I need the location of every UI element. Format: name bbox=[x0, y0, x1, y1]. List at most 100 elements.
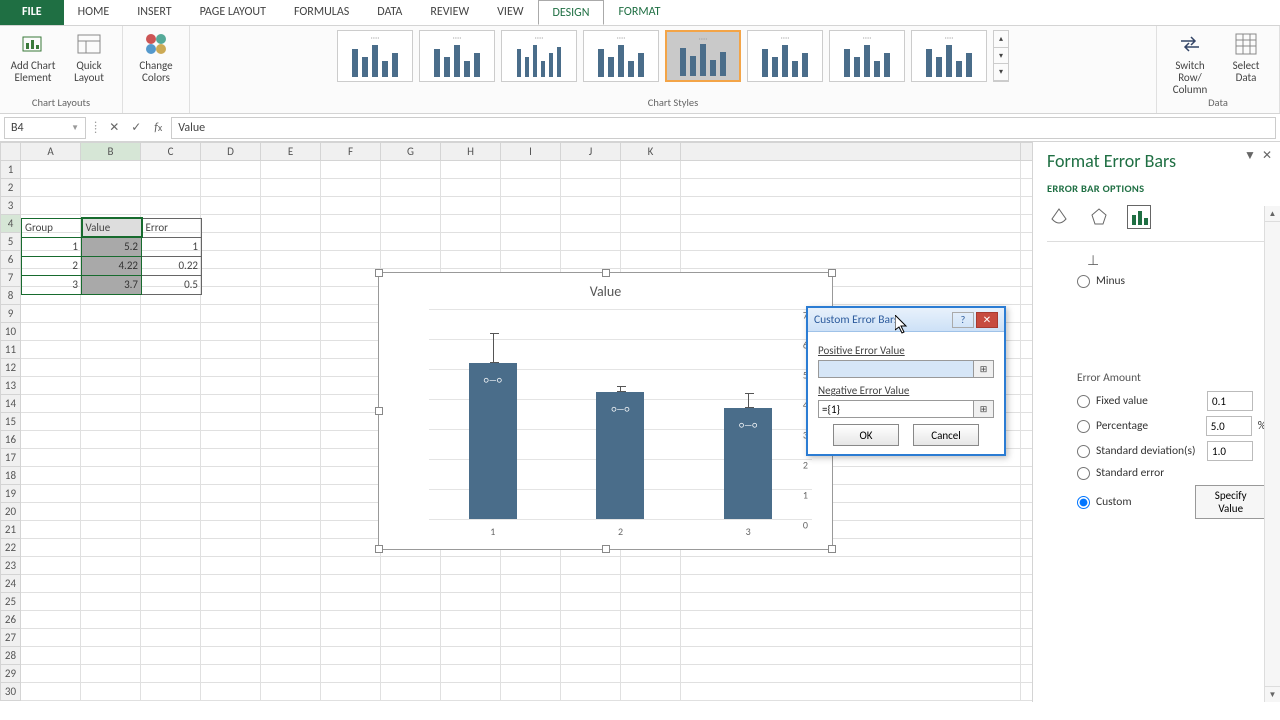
formula-input[interactable]: Value bbox=[171, 117, 1276, 139]
row-header[interactable]: 3 bbox=[1, 197, 21, 215]
range-picker-icon[interactable]: ⊞ bbox=[974, 400, 994, 418]
dialog-titlebar[interactable]: Custom Error Bars ?✕ bbox=[808, 308, 1004, 332]
col-header[interactable] bbox=[681, 143, 1021, 161]
col-header[interactable]: C bbox=[141, 143, 201, 161]
cell[interactable]: Group bbox=[22, 218, 82, 237]
dialog-help-button[interactable]: ? bbox=[952, 312, 974, 328]
col-header[interactable]: G bbox=[381, 143, 441, 161]
fixed-value-input[interactable] bbox=[1207, 391, 1253, 411]
tab-format[interactable]: FORMAT bbox=[604, 0, 674, 25]
plot-area[interactable]: 01234567○—○1○—○2○—○3 bbox=[409, 309, 812, 519]
row-header[interactable]: 24 bbox=[1, 575, 21, 593]
cell[interactable]: 1 bbox=[142, 237, 202, 256]
row-header[interactable]: 4 bbox=[1, 215, 21, 233]
fixed-value-radio[interactable] bbox=[1077, 395, 1090, 408]
range-picker-icon[interactable]: ⊞ bbox=[974, 360, 994, 378]
cell[interactable]: 5.2 bbox=[82, 237, 142, 256]
embedded-chart[interactable]: Value 01234567○—○1○—○2○—○3 bbox=[378, 272, 833, 550]
row-header[interactable]: 25 bbox=[1, 593, 21, 611]
fx-button[interactable]: fx bbox=[149, 119, 167, 137]
cell[interactable]: 4.22 bbox=[82, 256, 142, 275]
col-header[interactable]: I bbox=[501, 143, 561, 161]
name-box[interactable]: B4▼ bbox=[4, 117, 86, 139]
quick-layout-button[interactable]: Quick Layout bbox=[64, 30, 114, 84]
chart-style-2[interactable]: ····· bbox=[419, 30, 495, 82]
row-header[interactable]: 30 bbox=[1, 683, 21, 701]
negative-error-input[interactable] bbox=[818, 400, 974, 418]
row-header[interactable]: 19 bbox=[1, 485, 21, 503]
chart-title[interactable]: Value bbox=[379, 283, 832, 300]
chart-styles-dropdown[interactable]: ▴▾▾ bbox=[993, 30, 1009, 82]
row-header[interactable]: 5 bbox=[1, 233, 21, 251]
tab-formulas[interactable]: FORMULAS bbox=[280, 0, 363, 25]
row-header[interactable]: 6 bbox=[1, 251, 21, 269]
tab-page-layout[interactable]: PAGE LAYOUT bbox=[186, 0, 280, 25]
tab-file[interactable]: FILE bbox=[0, 0, 64, 25]
bar-options-icon[interactable] bbox=[1127, 205, 1151, 229]
std-dev-radio[interactable] bbox=[1077, 445, 1090, 458]
col-header[interactable]: E bbox=[261, 143, 321, 161]
chart-style-5[interactable]: ····· bbox=[665, 30, 741, 82]
positive-error-input[interactable] bbox=[818, 360, 974, 378]
row-header[interactable]: 16 bbox=[1, 431, 21, 449]
pane-close-icon[interactable]: ✕ bbox=[1262, 148, 1272, 163]
row-header[interactable]: 10 bbox=[1, 323, 21, 341]
col-header[interactable]: B bbox=[81, 143, 141, 161]
col-header[interactable]: J bbox=[561, 143, 621, 161]
tab-view[interactable]: VIEW bbox=[483, 0, 537, 25]
row-header[interactable]: 2 bbox=[1, 179, 21, 197]
col-header[interactable]: K bbox=[621, 143, 681, 161]
switch-row-column-button[interactable]: Switch Row/ Column bbox=[1165, 30, 1215, 96]
row-header[interactable]: 14 bbox=[1, 395, 21, 413]
cancel-formula-button[interactable]: ✕ bbox=[105, 119, 123, 137]
percentage-input[interactable] bbox=[1206, 416, 1252, 436]
cell-selected[interactable]: Value bbox=[82, 218, 142, 237]
change-colors-button[interactable]: Change Colors bbox=[131, 30, 181, 84]
chart-style-4[interactable]: ····· bbox=[583, 30, 659, 82]
tab-home[interactable]: HOME bbox=[64, 0, 124, 25]
direction-minus-radio[interactable] bbox=[1077, 275, 1090, 288]
row-header[interactable]: 1 bbox=[1, 161, 21, 179]
std-dev-input[interactable] bbox=[1207, 441, 1253, 461]
tab-insert[interactable]: INSERT bbox=[123, 0, 185, 25]
chart-style-6[interactable]: ····· bbox=[747, 30, 823, 82]
chart-style-3[interactable]: ····· bbox=[501, 30, 577, 82]
cell[interactable]: 2 bbox=[22, 256, 82, 275]
row-header[interactable]: 7 bbox=[1, 269, 21, 287]
select-all[interactable] bbox=[1, 143, 21, 161]
dialog-close-button[interactable]: ✕ bbox=[976, 312, 998, 328]
row-header[interactable]: 9 bbox=[1, 305, 21, 323]
chart-style-1[interactable]: ····· bbox=[337, 30, 413, 82]
tab-design[interactable]: DESIGN bbox=[538, 0, 605, 25]
tab-review[interactable]: REVIEW bbox=[416, 0, 483, 25]
row-header[interactable]: 26 bbox=[1, 611, 21, 629]
pane-scrollbar[interactable]: ▲▼ bbox=[1264, 206, 1280, 702]
row-header[interactable]: 20 bbox=[1, 503, 21, 521]
chart-style-8[interactable]: ····· bbox=[911, 30, 987, 82]
row-header[interactable]: 29 bbox=[1, 665, 21, 683]
tab-data[interactable]: DATA bbox=[363, 0, 416, 25]
cell[interactable]: 3 bbox=[22, 275, 82, 294]
cell[interactable]: 3.7 bbox=[82, 275, 142, 294]
row-header[interactable]: 17 bbox=[1, 449, 21, 467]
enter-formula-button[interactable]: ✓ bbox=[127, 119, 145, 137]
custom-radio[interactable] bbox=[1077, 496, 1090, 509]
row-header[interactable]: 12 bbox=[1, 359, 21, 377]
cancel-button[interactable]: Cancel bbox=[913, 424, 979, 446]
row-header[interactable]: 11 bbox=[1, 341, 21, 359]
row-header[interactable]: 23 bbox=[1, 557, 21, 575]
row-header[interactable]: 8 bbox=[1, 287, 21, 305]
chart-style-7[interactable]: ····· bbox=[829, 30, 905, 82]
col-header[interactable]: H bbox=[441, 143, 501, 161]
specify-value-button[interactable]: Specify Value bbox=[1195, 485, 1266, 519]
std-error-radio[interactable] bbox=[1077, 467, 1090, 480]
row-header[interactable]: 18 bbox=[1, 467, 21, 485]
percentage-radio[interactable] bbox=[1077, 420, 1090, 433]
col-header[interactable]: F bbox=[321, 143, 381, 161]
select-data-button[interactable]: Select Data bbox=[1221, 30, 1271, 84]
row-header[interactable]: 21 bbox=[1, 521, 21, 539]
cell[interactable]: Error bbox=[142, 218, 202, 237]
cell[interactable]: 0.5 bbox=[142, 275, 202, 294]
cell[interactable]: 0.22 bbox=[142, 256, 202, 275]
add-chart-element-button[interactable]: Add Chart Element bbox=[8, 30, 58, 84]
